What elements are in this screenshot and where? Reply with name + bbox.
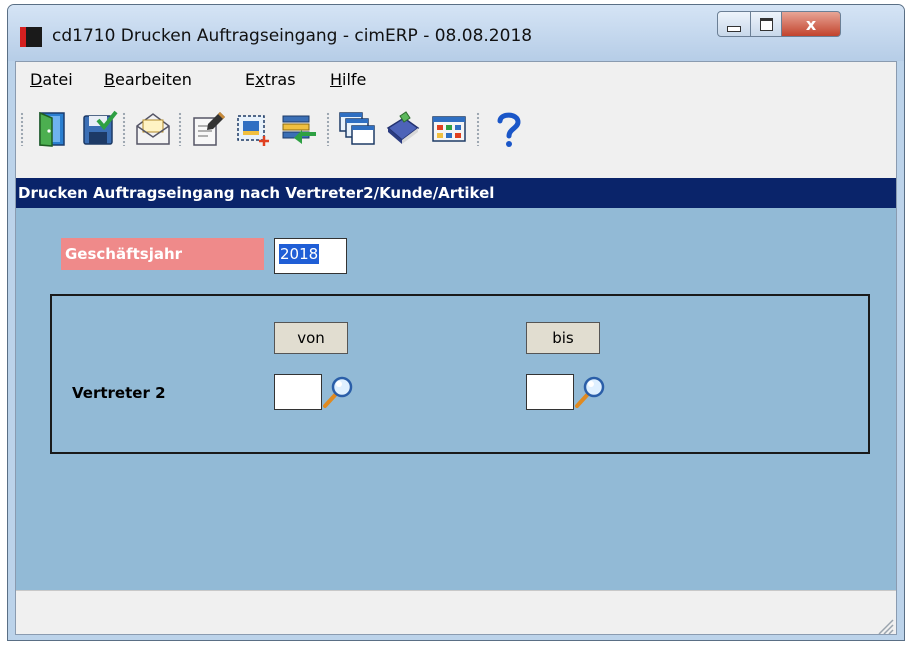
grid-view-icon[interactable] <box>430 110 468 148</box>
toolbar-separator <box>326 112 330 146</box>
geschaeftsjahr-input[interactable]: 2018 <box>274 238 347 274</box>
toolbar-separator <box>178 112 182 146</box>
geschaeftsjahr-label: Geschäftsjahr <box>61 238 264 270</box>
bis-header: bis <box>526 322 600 354</box>
client-area: Datei Bearbeiten Extras Hilfe Drucken Au… <box>15 61 897 635</box>
maximize-button[interactable] <box>750 11 782 37</box>
search-icon[interactable] <box>322 374 358 410</box>
help-icon[interactable] <box>490 110 528 148</box>
form-header: Drucken Auftragseingang nach Vertreter2/… <box>16 178 896 208</box>
transfer-icon[interactable] <box>280 110 318 148</box>
vertreter-bis-input[interactable] <box>526 374 574 410</box>
resize-grip-icon[interactable] <box>874 615 894 634</box>
von-header: von <box>274 322 348 354</box>
vertreter-range-group: von bis Vertreter 2 <box>50 294 870 454</box>
close-icon: x <box>805 14 817 34</box>
vertreter-von-input[interactable] <box>274 374 322 410</box>
minimize-icon <box>727 26 741 32</box>
menu-datei[interactable]: Datei <box>30 70 73 89</box>
minimize-button[interactable] <box>717 11 751 37</box>
toolbar-separator <box>476 112 480 146</box>
search-icon[interactable] <box>574 374 610 410</box>
maximize-icon <box>759 17 773 31</box>
windows-icon[interactable] <box>338 110 376 148</box>
toolbar-separator <box>122 112 126 146</box>
book-icon[interactable] <box>384 110 422 148</box>
geschaeftsjahr-value: 2018 <box>279 244 320 264</box>
save-check-icon[interactable] <box>80 110 118 148</box>
app-logo-icon <box>20 27 42 47</box>
toolbar <box>16 100 896 156</box>
menu-bearbeiten[interactable]: Bearbeiten <box>104 70 192 89</box>
toolbar-grip <box>20 112 24 146</box>
menu-bar: Datei Bearbeiten Extras Hilfe <box>16 62 896 100</box>
exit-door-icon[interactable] <box>34 110 72 148</box>
menu-hilfe[interactable]: Hilfe <box>330 70 366 89</box>
status-bar <box>16 590 896 634</box>
close-button[interactable]: x <box>781 11 841 37</box>
edit-document-icon[interactable] <box>190 110 228 148</box>
window-title: cd1710 Drucken Auftragseingang - cimERP … <box>52 26 533 46</box>
vertreter-2-label: Vertreter 2 <box>72 384 166 402</box>
app-window: cd1710 Drucken Auftragseingang - cimERP … <box>7 4 905 641</box>
title-bar[interactable]: cd1710 Drucken Auftragseingang - cimERP … <box>8 5 904 61</box>
new-record-icon[interactable] <box>234 110 272 148</box>
mail-envelope-icon[interactable] <box>134 110 172 148</box>
form-panel: Geschäftsjahr 2018 von bis Vertreter 2 <box>16 208 896 590</box>
menu-extras[interactable]: Extras <box>245 70 296 89</box>
